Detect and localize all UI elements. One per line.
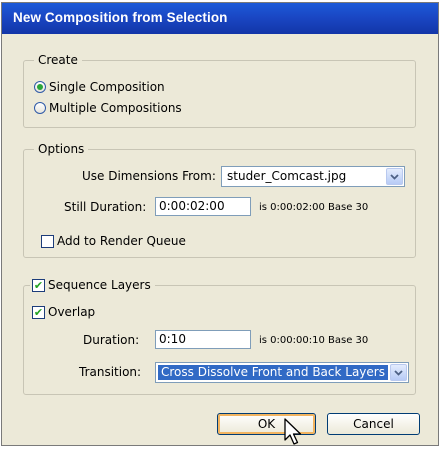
add-render-queue-label: Add to Render Queue (57, 234, 186, 248)
checkmark-icon: ✔ (33, 278, 44, 292)
checkbox-icon[interactable] (41, 234, 54, 248)
cancel-button[interactable]: Cancel (327, 413, 420, 435)
create-group: Create Single Composition Multiple Compo… (23, 53, 416, 128)
options-legend: Options (34, 142, 89, 156)
still-duration-label: Still Duration: (64, 200, 147, 214)
chevron-down-icon[interactable] (390, 364, 407, 381)
radio-selected-dot (37, 84, 43, 90)
multiple-compositions-label: Multiple Compositions (49, 101, 182, 115)
checkmark-icon: ✔ (33, 305, 44, 319)
duration-label: Duration: (83, 333, 140, 347)
dialog-window: New Composition from Selection Create Si… (1, 2, 439, 446)
sequence-layers-checkbox[interactable]: ✔ Sequence Layers (30, 278, 155, 292)
dialog-title: New Composition from Selection (13, 10, 228, 25)
use-dimensions-label: Use Dimensions From: (82, 169, 216, 183)
radio-button-icon[interactable] (34, 102, 46, 114)
overlap-checkbox[interactable]: ✔ Overlap (32, 305, 95, 319)
chevron-down-icon[interactable] (386, 168, 403, 185)
create-legend: Create (34, 53, 82, 67)
radio-button-icon[interactable] (34, 81, 46, 93)
title-bar[interactable]: New Composition from Selection (2, 3, 438, 34)
sequence-layers-label: Sequence Layers (48, 278, 151, 292)
sequence-group: ✔ Sequence Layers ✔ Overlap Duration: 0:… (23, 278, 416, 395)
checkbox-icon[interactable]: ✔ (32, 278, 45, 292)
duration-field[interactable]: 0:10 (155, 330, 251, 349)
add-render-queue-checkbox[interactable]: Add to Render Queue (41, 234, 186, 248)
checkbox-icon[interactable]: ✔ (32, 305, 45, 319)
single-composition-label: Single Composition (49, 80, 165, 94)
mouse-pointer-icon (284, 418, 302, 445)
use-dimensions-value: studer_Comcast.jpg (227, 169, 347, 183)
overlap-label: Overlap (48, 305, 96, 319)
transition-label: Transition: (79, 365, 142, 379)
still-duration-info: is 0:00:02:00 Base 30 (259, 202, 369, 213)
radio-multiple-compositions[interactable]: Multiple Compositions (34, 101, 182, 115)
still-duration-field[interactable]: 0:00:02:00 (155, 197, 251, 216)
transition-value: Cross Dissolve Front and Back Layers (158, 365, 388, 380)
options-group: Options Use Dimensions From: studer_Comc… (23, 142, 416, 258)
radio-single-composition[interactable]: Single Composition (34, 80, 165, 94)
use-dimensions-dropdown[interactable]: studer_Comcast.jpg (221, 166, 405, 187)
transition-dropdown[interactable]: Cross Dissolve Front and Back Layers (155, 362, 409, 383)
duration-info: is 0:00:00:10 Base 30 (259, 335, 369, 346)
